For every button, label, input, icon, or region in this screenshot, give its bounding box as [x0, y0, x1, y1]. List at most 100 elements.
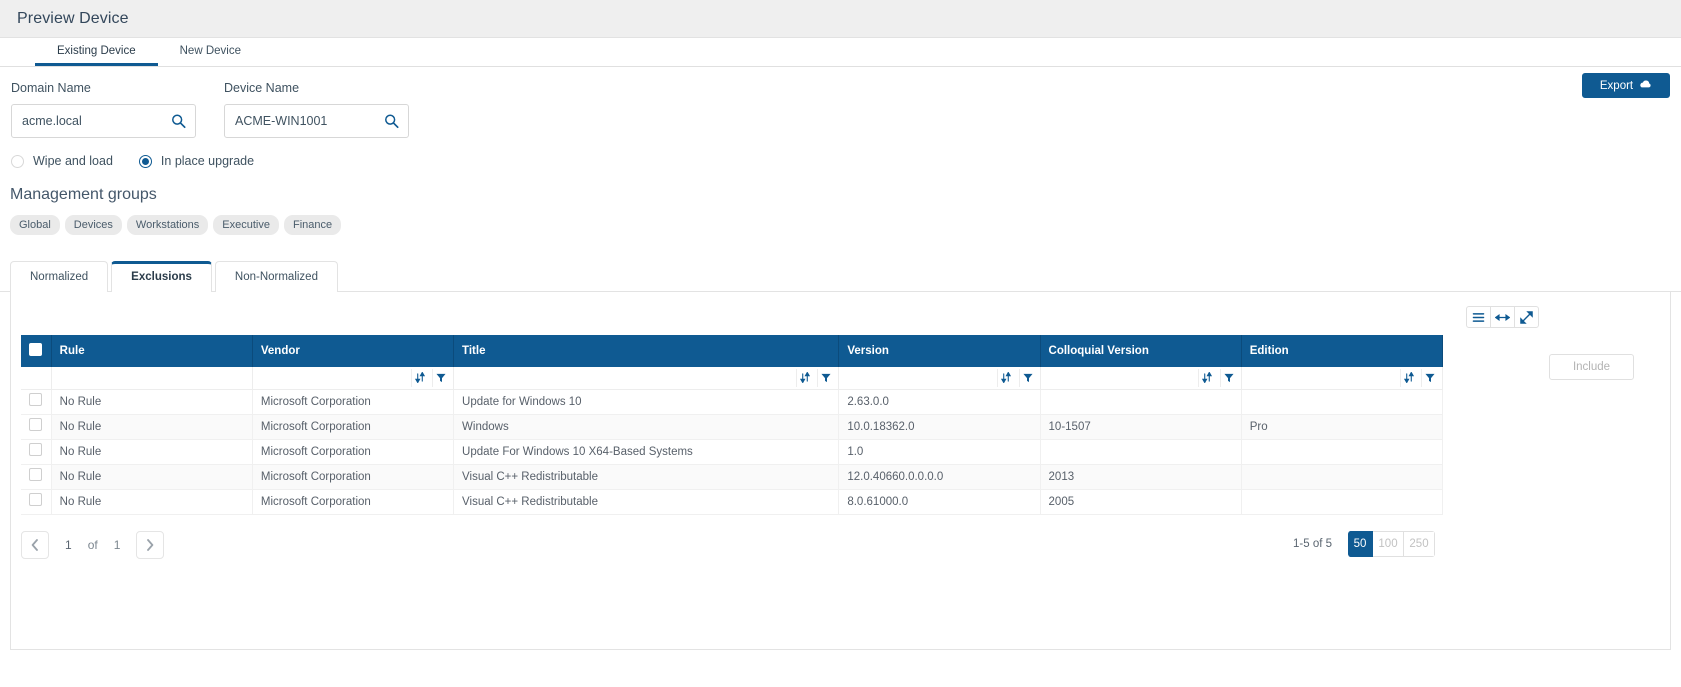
grid-toolbar [1466, 306, 1539, 328]
select-all-header-cell[interactable] [21, 335, 51, 367]
column-header-edition[interactable]: Edition [1241, 335, 1442, 367]
row-checkbox[interactable] [29, 418, 42, 431]
page-size-50[interactable]: 50 [1348, 531, 1373, 557]
page-size-100[interactable]: 100 [1372, 531, 1404, 557]
column-header-vendor[interactable]: Vendor [252, 335, 453, 367]
expand-icon[interactable] [1514, 306, 1539, 328]
chevron-left-icon[interactable] [21, 531, 49, 559]
filter-icon[interactable] [432, 369, 449, 387]
filter-icon[interactable] [817, 369, 834, 387]
row-select-cell[interactable] [21, 414, 51, 439]
cell-version: 8.0.61000.0 [839, 489, 1040, 514]
device-name-input-wrap[interactable] [224, 104, 409, 138]
row-select-cell[interactable] [21, 464, 51, 489]
cell-version: 2.63.0.0 [839, 389, 1040, 414]
cell-edition [1241, 389, 1442, 414]
page-size-250[interactable]: 250 [1403, 531, 1435, 557]
chip-workstations: Workstations [127, 215, 208, 235]
radio-in-place-upgrade-label: In place upgrade [161, 154, 254, 168]
row-checkbox[interactable] [29, 493, 42, 506]
tab-non-normalized[interactable]: Non-Normalized [215, 261, 338, 292]
tab-new-device-label: New Device [180, 45, 241, 57]
domain-name-label: Domain Name [11, 81, 196, 95]
radio-wipe-and-load[interactable]: Wipe and load [11, 154, 113, 168]
cell-rule: No Rule [51, 439, 252, 464]
sort-icon[interactable] [411, 369, 428, 387]
filter-icon[interactable] [1220, 369, 1237, 387]
row-checkbox[interactable] [29, 443, 42, 456]
table-row[interactable]: No Rule Microsoft Corporation Update for… [21, 389, 1443, 414]
page-size-100-label: 100 [1378, 538, 1397, 550]
tab-new-device[interactable]: New Device [158, 38, 263, 66]
table-row[interactable]: No Rule Microsoft Corporation Visual C++… [21, 489, 1443, 514]
cell-version: 10.0.18362.0 [839, 414, 1040, 439]
export-button[interactable]: Export [1582, 73, 1670, 98]
cell-edition: Pro [1241, 414, 1442, 439]
filter-cell-title [454, 367, 839, 389]
filter-cell-rule [51, 367, 252, 389]
chip-finance: Finance [284, 215, 341, 235]
domain-name-input-wrap[interactable] [11, 104, 196, 138]
column-header-colloquial-version[interactable]: Colloquial Version [1040, 335, 1241, 367]
include-button[interactable]: Include [1549, 354, 1634, 380]
row-select-cell[interactable] [21, 489, 51, 514]
sort-icon[interactable] [1198, 369, 1215, 387]
tab-existing-device[interactable]: Existing Device [35, 38, 158, 66]
radio-wipe-and-load-label: Wipe and load [33, 154, 113, 168]
filter-cell-vendor [252, 367, 453, 389]
filter-cell-version [839, 367, 1040, 389]
record-range-label: 1-5 of 5 [1293, 538, 1332, 550]
select-all-checkbox[interactable] [29, 343, 42, 356]
page-size-selector: 50 100 250 [1348, 531, 1435, 557]
radio-in-place-upgrade[interactable]: In place upgrade [139, 154, 254, 168]
cell-title: Visual C++ Redistributable [454, 489, 839, 514]
column-header-rule[interactable]: Rule [51, 335, 252, 367]
sort-icon[interactable] [1400, 369, 1417, 387]
chevron-right-icon[interactable] [136, 531, 164, 559]
filter-icon[interactable] [1019, 369, 1036, 387]
sort-icon[interactable] [796, 369, 813, 387]
table-row[interactable]: No Rule Microsoft Corporation Windows 10… [21, 414, 1443, 439]
pagination-bar: 1 of 1 1-5 of 5 50 100 250 [11, 515, 1435, 559]
management-groups-chip-list: Global Devices Workstations Executive Fi… [0, 204, 1681, 235]
tab-existing-device-label: Existing Device [57, 45, 136, 57]
sort-icon[interactable] [997, 369, 1014, 387]
page-title: Preview Device [17, 10, 129, 28]
tab-normalized[interactable]: Normalized [10, 261, 108, 292]
pagination-of-label: of [88, 538, 98, 552]
tab-exclusions[interactable]: Exclusions [111, 261, 212, 292]
tab-exclusions-label: Exclusions [131, 271, 192, 283]
list-view-icon[interactable] [1466, 306, 1491, 328]
export-button-label: Export [1600, 80, 1633, 92]
cell-vendor: Microsoft Corporation [252, 389, 453, 414]
radio-circle-filled-icon [139, 155, 152, 168]
exclusions-panel: Include Rule Vendor Title Version Colloq… [10, 292, 1671, 650]
filter-cell-empty [21, 367, 51, 389]
column-header-version[interactable]: Version [839, 335, 1040, 367]
tab-normalized-label: Normalized [30, 271, 88, 283]
row-select-cell[interactable] [21, 389, 51, 414]
row-checkbox[interactable] [29, 393, 42, 406]
filter-icon[interactable] [1421, 369, 1438, 387]
exclusions-table: Rule Vendor Title Version Colloquial Ver… [21, 335, 1443, 515]
sub-tab-bar: Normalized Exclusions Non-Normalized [0, 260, 1681, 292]
device-name-field-group: Device Name [224, 81, 409, 138]
table-row[interactable]: No Rule Microsoft Corporation Visual C++… [21, 464, 1443, 489]
cell-colloquial-version: 2013 [1040, 464, 1241, 489]
cell-rule: No Rule [51, 389, 252, 414]
column-header-title[interactable]: Title [454, 335, 839, 367]
cell-title: Windows [454, 414, 839, 439]
page-size-50-label: 50 [1354, 538, 1367, 550]
device-form: Domain Name Device Name Export [0, 67, 1681, 235]
cell-edition [1241, 464, 1442, 489]
cell-rule: No Rule [51, 464, 252, 489]
search-icon[interactable] [384, 114, 399, 129]
row-select-cell[interactable] [21, 439, 51, 464]
search-icon[interactable] [171, 114, 186, 129]
fit-width-icon[interactable] [1490, 306, 1515, 328]
table-row[interactable]: No Rule Microsoft Corporation Update For… [21, 439, 1443, 464]
row-checkbox[interactable] [29, 468, 42, 481]
domain-name-input[interactable] [12, 105, 195, 137]
radio-circle-icon [11, 155, 24, 168]
device-name-input[interactable] [225, 105, 408, 137]
